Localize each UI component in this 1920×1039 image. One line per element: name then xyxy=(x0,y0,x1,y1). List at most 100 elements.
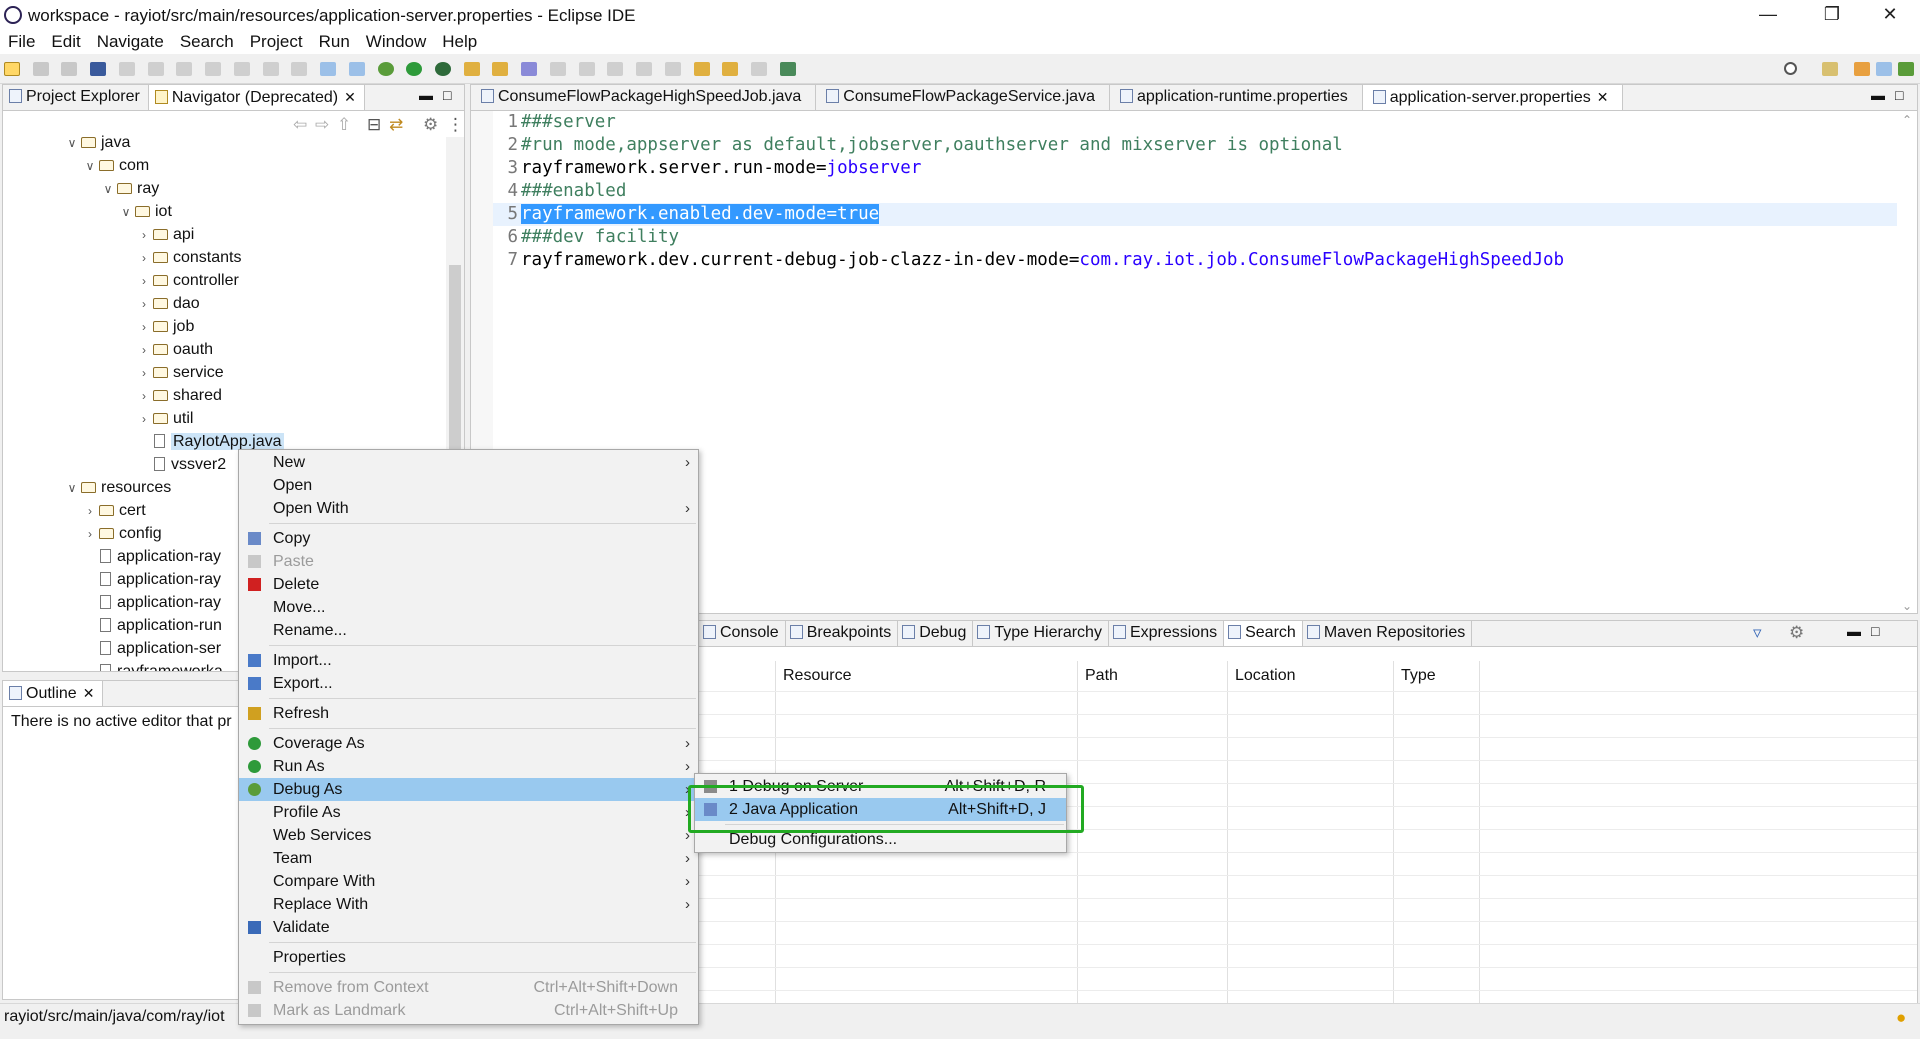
menu-item[interactable]: Delete xyxy=(239,573,698,596)
menu-item[interactable]: Run As › xyxy=(239,755,698,778)
toggle-mark-icon[interactable] xyxy=(320,62,337,76)
chevron-down-icon[interactable]: ∨ xyxy=(119,201,133,224)
annotation-icon[interactable] xyxy=(549,62,566,76)
menu-file[interactable]: File xyxy=(0,30,43,54)
tab-navigator[interactable]: Navigator (Deprecated) ✕ xyxy=(148,85,365,110)
chevron-right-icon[interactable]: › xyxy=(137,293,151,316)
code-line[interactable]: 7 rayframework.dev.current-debug-job-claz… xyxy=(493,249,1897,272)
menu-navigate[interactable]: Navigate xyxy=(89,30,172,54)
save-all-icon[interactable] xyxy=(61,62,78,76)
code-line[interactable]: 5 rayframework.enabled.dev-mode=true xyxy=(493,203,1897,226)
menu-item[interactable]: Copy xyxy=(239,527,698,550)
step-return-icon[interactable] xyxy=(291,62,308,76)
close-tab-icon[interactable]: ✕ xyxy=(83,685,95,701)
open-task-icon[interactable] xyxy=(492,62,509,76)
chevron-right-icon[interactable]: › xyxy=(83,500,97,523)
column-header-path[interactable]: Path xyxy=(1085,667,1118,685)
maximize-button[interactable]: ❐ xyxy=(1804,0,1860,30)
chevron-right-icon[interactable]: › xyxy=(137,247,151,270)
next-annotation-icon[interactable] xyxy=(636,62,653,76)
column-header-type[interactable]: Type xyxy=(1401,667,1436,685)
terminal-icon[interactable] xyxy=(90,62,107,76)
bottom-tab[interactable]: Breakpoints xyxy=(786,621,899,646)
maximize-view-icon[interactable]: □ xyxy=(443,87,451,103)
menu-item[interactable]: Replace With › xyxy=(239,893,698,916)
tree-item[interactable]: ∨ java xyxy=(3,131,464,154)
menu-item[interactable]: Properties xyxy=(239,946,698,969)
tree-item[interactable]: › controller xyxy=(3,269,464,292)
tab-outline[interactable]: Outline ✕ xyxy=(3,681,104,706)
block-selection-icon[interactable] xyxy=(578,62,595,76)
close-tab-icon[interactable]: ✕ xyxy=(1597,89,1609,105)
column-header-resource[interactable]: Resource xyxy=(783,667,851,685)
editor-tab[interactable]: ConsumeFlowPackageHighSpeedJob.java xyxy=(471,85,817,110)
search-icon[interactable] xyxy=(1784,62,1797,75)
scroll-up-icon[interactable]: ⌃ xyxy=(1902,113,1912,127)
chevron-down-icon[interactable]: ∨ xyxy=(65,132,79,155)
settings-icon[interactable]: ⚙ xyxy=(1789,623,1804,643)
debug-icon[interactable] xyxy=(377,62,394,76)
tab-project-explorer[interactable]: Project Explorer xyxy=(3,85,149,110)
menu-project[interactable]: Project xyxy=(242,30,311,54)
run-icon[interactable] xyxy=(406,62,423,76)
chevron-right-icon[interactable]: › xyxy=(137,316,151,339)
editor-scrollbar[interactable]: ⌃ ⌄ xyxy=(1899,111,1917,613)
chevron-right-icon[interactable]: › xyxy=(137,270,151,293)
code-line[interactable]: 4 ###enabled xyxy=(493,180,1897,203)
tree-item[interactable]: › util xyxy=(3,407,464,430)
tree-item[interactable]: › constants xyxy=(3,246,464,269)
menu-item[interactable]: Import... xyxy=(239,649,698,672)
skip-breakpoints-icon[interactable] xyxy=(348,62,365,76)
tree-item[interactable]: › service xyxy=(3,361,464,384)
last-edit-icon[interactable] xyxy=(693,62,710,76)
open-perspective-icon[interactable] xyxy=(1822,62,1838,76)
chevron-down-icon[interactable]: ∨ xyxy=(101,178,115,201)
java-ee-perspective-icon[interactable] xyxy=(1854,62,1870,76)
step-over-icon[interactable] xyxy=(262,62,279,76)
bottom-tab[interactable]: Debug xyxy=(898,621,974,646)
minimize-view-icon[interactable]: ▬ xyxy=(419,87,433,103)
column-header-location[interactable]: Location xyxy=(1235,667,1296,685)
open-type-icon[interactable] xyxy=(463,62,480,76)
tree-item[interactable]: › job xyxy=(3,315,464,338)
menu-help[interactable]: Help xyxy=(434,30,485,54)
chevron-right-icon[interactable]: › xyxy=(83,523,97,546)
editor-tab[interactable]: application-server.properties ✕ xyxy=(1362,85,1624,110)
chevron-right-icon[interactable]: › xyxy=(137,224,151,247)
menu-item[interactable]: Team › xyxy=(239,847,698,870)
step-into-icon[interactable] xyxy=(233,62,250,76)
code-line[interactable]: 2 #run mode,appserver as default,jobserve… xyxy=(493,134,1897,157)
menu-item[interactable]: Profile As › xyxy=(239,801,698,824)
minimize-editor-icon[interactable]: ▬ xyxy=(1871,87,1885,103)
menu-item[interactable]: 1 Debug on Server Alt+Shift+D, R xyxy=(695,775,1066,798)
tree-item[interactable]: › dao xyxy=(3,292,464,315)
suspend-icon[interactable] xyxy=(147,62,164,76)
menu-item[interactable]: Debug As › xyxy=(239,778,698,801)
code-area[interactable]: 1 ###server 2 #run mode,appserver as defaul… xyxy=(493,111,1897,613)
bottom-tab[interactable]: Console xyxy=(699,621,786,646)
tree-item[interactable]: ∨ ray xyxy=(3,177,464,200)
code-line[interactable]: 6 ###dev facility xyxy=(493,226,1897,249)
chevron-right-icon[interactable]: › xyxy=(137,385,151,408)
whitespace-icon[interactable] xyxy=(607,62,624,76)
chevron-down-icon[interactable]: ∨ xyxy=(83,155,97,178)
external-tools-icon[interactable] xyxy=(435,62,452,76)
menu-item[interactable]: Rename... xyxy=(239,619,698,642)
bottom-tab[interactable]: Search xyxy=(1224,621,1303,646)
back-icon[interactable] xyxy=(722,62,739,76)
chevron-right-icon[interactable]: › xyxy=(137,408,151,431)
save-icon[interactable] xyxy=(32,62,49,76)
pin-editor-icon[interactable] xyxy=(779,62,796,76)
disconnect-icon[interactable] xyxy=(205,62,222,76)
bottom-tab[interactable]: Maven Repositories xyxy=(1303,621,1473,646)
close-tab-icon[interactable]: ✕ xyxy=(344,89,356,105)
menu-window[interactable]: Window xyxy=(358,30,434,54)
menu-item[interactable]: Refresh xyxy=(239,702,698,725)
menu-item[interactable]: Open xyxy=(239,474,698,497)
menu-run[interactable]: Run xyxy=(311,30,358,54)
tree-item[interactable]: › shared xyxy=(3,384,464,407)
maximize-editor-icon[interactable]: □ xyxy=(1895,87,1903,103)
maximize-bottom-icon[interactable]: □ xyxy=(1871,623,1879,639)
menu-item[interactable]: Open With › xyxy=(239,497,698,520)
chevron-right-icon[interactable]: › xyxy=(137,362,151,385)
